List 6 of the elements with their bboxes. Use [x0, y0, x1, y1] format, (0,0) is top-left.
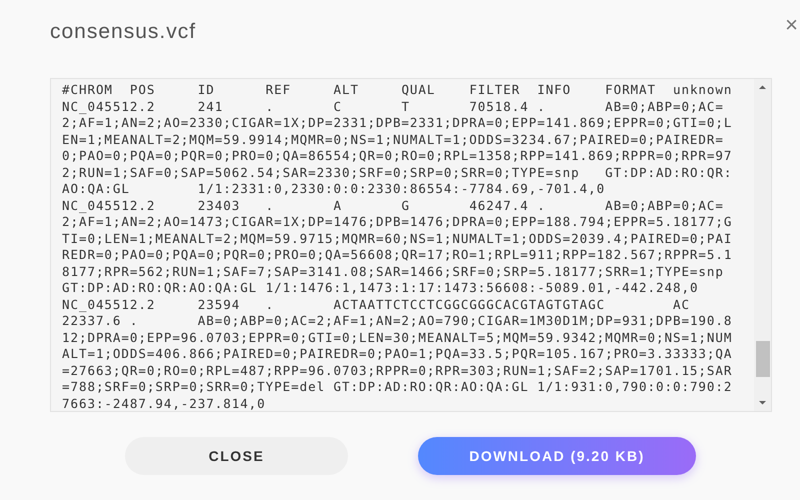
- close-button[interactable]: ×: [783, 14, 800, 36]
- close-button[interactable]: CLOSE: [125, 437, 348, 475]
- file-content-text: #CHROM POS ID REF ALT QUAL FILTER INFO FORMAT unknown NC_045512.2 241 . C T 70518.4 . AB=0;ABP=0;AC= 2;AF=1;AN=2;AO=2330;CIGAR=1X;DP=2331;DPB=2331;DPRA=0;EPP=141.869;EPPR=0;GTI=0;L EN=1;MEANALT=2;MQM=59.9914;MQMR=0;NS=1;NUMALT=1;ODDS=3234.67;PAIRED=0;PAIREDR= 0;PAO=0;PQA=0;PQR=0;PRO=0;QA=86554;QR=0;RO=0;RPL=1358;RPP=141.869;RPPR=0;RPR=97 2;RUN=1;SAF=0;SAP=5062.54;SAR=2330;SRF=0;SRP=0;SRR=0;TYPE=snp GT:DP:AD:RO:QR: AO:QA:GL 1/1:2331:0,2330:0:0:2330:86554:-7784.69,-701.4,0 NC_045512.2 23403 . A G 46247.4 . AB=0;ABP=0;AC= 2;AF=1;AN=2;AO=1473;CIGAR=1X;DP=1476;DPB=1476;DPRA=0;EPP=188.794;EPPR=5.18177;G TI=0;LEN=1;MEANALT=2;MQM=59.9715;MQMR=60;NS=1;NUMALT=1;ODDS=2039.4;PAIRED=0;PAI REDR=0;PAO=0;PQA=0;PQR=0;PRO=0;QA=56608;QR=17;RO=1;RPL=911;RPP=182.567;RPPR=5.1 8177;RPR=562;RUN=1;SAF=7;SAP=3141.08;SAR=1466;SRF=0;SRP=5.18177;SRR=1;TYPE=snp GT:DP:AD:RO:QR:AO:QA:GL 1/1:1476:1,1473:1:17:1473:56608:-5089.01,-442.248,0 NC_045512.2 23594 . ACTAATTCTCCTCGGCGGGCACGTAGTGTAGC AC 22337.6 . AB=0;ABP=0;AC=2;AF=1;AN=2;AO=790;CIGAR=1M30D1M;DP=931;DPB=190.8 12;DPRA=0;EPP=96.0703;EPPR=0;GTI=0;LEN=30;MEANALT=5;MQM=59.9342;MQMR=0;NS=1;NUM ALT=1;ODDS=406.866;PAIRED=0;PAIREDR=0;PAO=1;PQA=33.5;PQR=105.167;PRO=3.33333;QA =27663;QR=0;RO=0;RPL=487;RPP=96.0703;RPPR=0;RPR=303;RUN=1;SAF=2;SAP=1701.15;SAR =788;SRF=0;SRP=0;SRR=0;TYPE=del GT:DP:AD:RO:QR:AO:QA:GL 1/1:931:0,790:0:0:790:2 7663:-2487.94,-237.814,0: [61, 81, 734, 411]
- dialog-title: consensus.vcf: [50, 19, 196, 45]
- download-button[interactable]: DOWNLOAD (9.20 KB): [418, 437, 696, 475]
- scrollbar-thumb[interactable]: [756, 341, 770, 377]
